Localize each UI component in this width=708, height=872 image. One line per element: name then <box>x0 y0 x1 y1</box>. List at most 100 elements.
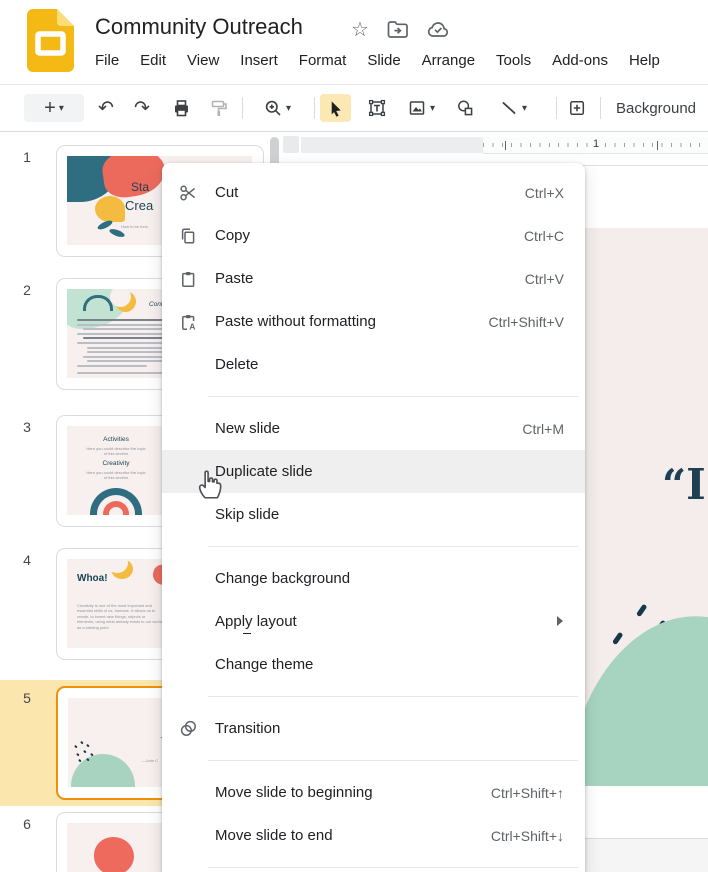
menu-divider <box>208 760 578 761</box>
text-box-icon <box>367 98 387 118</box>
slide-4-body: Creativity is one of the most important … <box>77 603 163 630</box>
cursor-arrow-icon <box>326 99 345 118</box>
slide-quote-text[interactable]: “I <box>662 460 706 509</box>
undo-icon: ↶ <box>98 99 114 118</box>
menu-item-delete[interactable]: Delete <box>162 343 585 386</box>
ruler-mark-1: 1 <box>593 138 599 150</box>
menu-divider <box>208 396 578 397</box>
menu-divider <box>208 696 578 697</box>
slide-4-number: 4 <box>16 552 38 568</box>
menu-item-apply-layout[interactable]: Apply layout <box>162 600 585 643</box>
menu-item-duplicate-slide[interactable]: Duplicate slide <box>162 450 585 493</box>
ruler-corner <box>283 136 299 153</box>
menu-view[interactable]: View <box>187 52 219 69</box>
background-button[interactable]: Background <box>608 94 704 122</box>
svg-text:A: A <box>189 321 195 331</box>
menu-item-change-background[interactable]: Change background <box>162 557 585 600</box>
slide-1-title-line1: Sta <box>131 180 149 194</box>
paint-format-button[interactable] <box>204 94 234 122</box>
text-box-button[interactable] <box>362 94 392 122</box>
slide-3-caption-1: Here you could describe the topic of thi… <box>86 446 146 456</box>
slide-3-number: 3 <box>16 419 38 435</box>
menu-item-skip-slide[interactable]: Skip slide <box>162 493 585 536</box>
new-slide-button[interactable]: + ▾ <box>24 94 84 122</box>
ruler: 1 <box>483 137 708 154</box>
submenu-arrow-icon <box>557 616 563 626</box>
green-blob-shape <box>71 754 135 787</box>
transition-icon <box>179 719 215 738</box>
paste-icon <box>179 270 215 288</box>
ruler-margin-zone <box>301 137 483 153</box>
menu-item-paste[interactable]: Paste Ctrl+V <box>162 257 585 300</box>
menubar: File Edit View Insert Format Slide Arran… <box>95 52 708 69</box>
copy-icon <box>179 227 215 245</box>
menu-item-change-theme[interactable]: Change theme <box>162 643 585 686</box>
slide-3-heading-1: Activities <box>71 436 161 443</box>
slide-context-menu: Cut Ctrl+X Copy Ctrl+C Paste Ctrl+V A Pa… <box>162 163 585 872</box>
redo-button[interactable]: ↷ <box>128 94 156 122</box>
menu-help[interactable]: Help <box>629 52 660 69</box>
shape-icon <box>455 98 475 118</box>
menu-tools[interactable]: Tools <box>496 52 531 69</box>
slide-1-number: 1 <box>16 149 38 165</box>
slide-1-caption: How to be Inno <box>121 224 148 229</box>
chevron-down-icon: ▾ <box>430 103 435 114</box>
undo-button[interactable]: ↶ <box>92 94 120 122</box>
image-icon <box>407 98 427 118</box>
print-icon <box>171 98 191 118</box>
slide-1-title-line2: Crea <box>125 198 153 213</box>
star-icon[interactable]: ☆ <box>351 17 369 42</box>
paste-without-formatting-icon: A <box>179 313 215 331</box>
comment-plus-icon <box>567 98 587 118</box>
slide-3-heading-2: Creativity <box>71 460 161 467</box>
google-slides-logo[interactable] <box>27 9 74 72</box>
slide-2-number: 2 <box>16 282 38 298</box>
slide-3-caption-2: Here you could describe the topic of thi… <box>86 470 146 480</box>
menu-item-new-slide[interactable]: New slide Ctrl+M <box>162 407 585 450</box>
google-slides-window: Community Outreach ☆ File Edit View Inse… <box>0 0 708 872</box>
zoom-in-icon <box>263 98 283 118</box>
menu-insert[interactable]: Insert <box>240 52 278 69</box>
menu-file[interactable]: File <box>95 52 119 69</box>
insert-comment-button[interactable] <box>562 94 592 122</box>
chevron-down-icon: ▾ <box>522 103 527 114</box>
menu-format[interactable]: Format <box>299 52 347 69</box>
slide-5-attribution: —John C <box>142 758 159 763</box>
cloud-saved-icon[interactable] <box>427 21 450 38</box>
slide-6-number: 6 <box>16 816 38 832</box>
redo-icon: ↷ <box>134 99 150 118</box>
menu-slide[interactable]: Slide <box>367 52 400 69</box>
insert-line-button[interactable]: ▾ <box>488 94 538 122</box>
menu-edit[interactable]: Edit <box>140 52 166 69</box>
document-title[interactable]: Community Outreach <box>95 14 303 40</box>
menu-arrange[interactable]: Arrange <box>422 52 475 69</box>
move-folder-icon[interactable] <box>387 20 408 39</box>
hand-cursor-icon <box>194 466 224 500</box>
menu-divider <box>208 867 578 868</box>
plus-icon: + <box>44 97 56 120</box>
print-button[interactable] <box>166 94 196 122</box>
chevron-down-icon: ▾ <box>59 103 64 114</box>
insert-image-button[interactable]: ▾ <box>398 94 444 122</box>
slide-5-number: 5 <box>16 690 38 706</box>
select-tool-button[interactable] <box>320 94 351 122</box>
menu-item-paste-without-formatting[interactable]: A Paste without formatting Ctrl+Shift+V <box>162 300 585 343</box>
scissors-icon <box>179 184 215 202</box>
insert-shape-button[interactable] <box>450 94 480 122</box>
menu-item-copy[interactable]: Copy Ctrl+C <box>162 214 585 257</box>
zoom-button[interactable]: ▾ <box>252 94 302 122</box>
menu-item-move-slide-to-end[interactable]: Move slide to end Ctrl+Shift+↓ <box>162 814 585 857</box>
rainbow-shape <box>90 488 142 515</box>
menu-divider <box>208 546 578 547</box>
yellow-flower-shape <box>95 196 125 222</box>
menu-item-cut[interactable]: Cut Ctrl+X <box>162 171 585 214</box>
slide-4-heading: Whoa! <box>77 573 108 584</box>
line-icon <box>499 98 519 118</box>
chevron-down-icon: ▾ <box>286 103 291 114</box>
coral-circle-shape <box>94 837 134 872</box>
menu-addons[interactable]: Add-ons <box>552 52 608 69</box>
paint-format-icon <box>209 98 229 118</box>
menu-item-move-slide-to-beginning[interactable]: Move slide to beginning Ctrl+Shift+↑ <box>162 771 585 814</box>
mnemonic-underline <box>243 633 251 634</box>
menu-item-transition[interactable]: Transition <box>162 707 585 750</box>
